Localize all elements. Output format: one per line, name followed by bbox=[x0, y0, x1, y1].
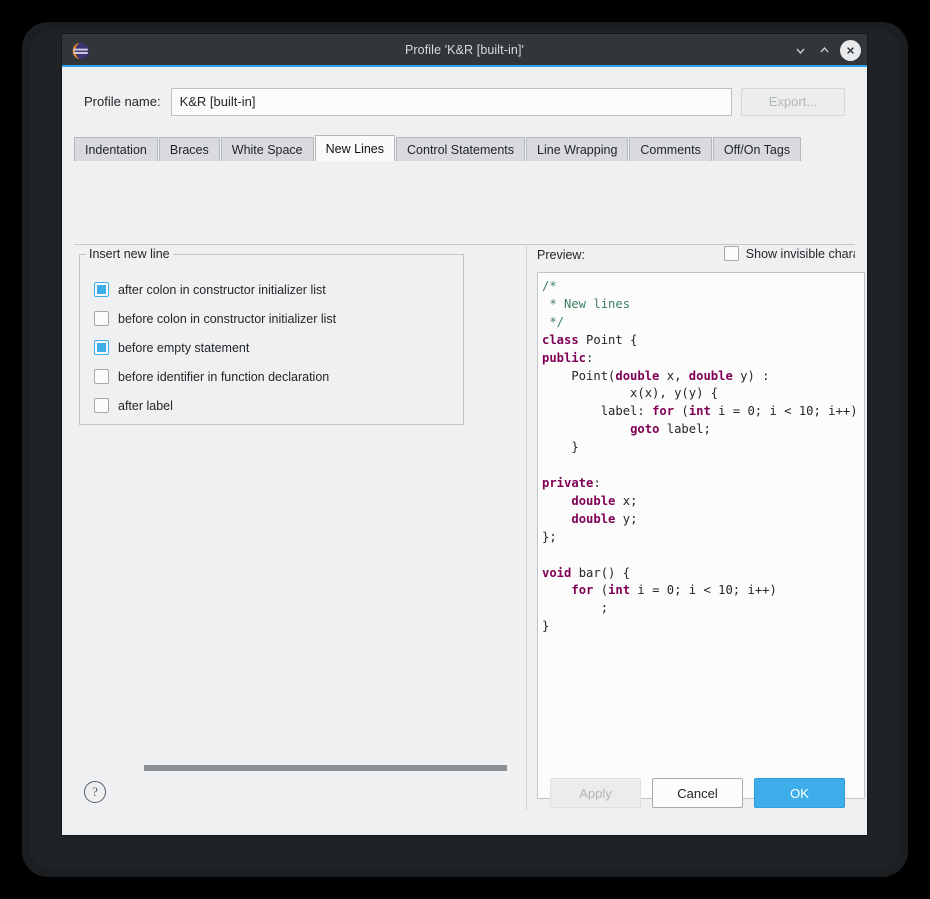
minimize-icon[interactable] bbox=[789, 40, 811, 62]
option-label: after colon in constructor initializer l… bbox=[118, 282, 326, 297]
maximize-icon[interactable] bbox=[813, 40, 835, 62]
apply-button[interactable]: Apply bbox=[550, 778, 641, 808]
cancel-button[interactable]: Cancel bbox=[652, 778, 743, 808]
show-invisible-characters-checkbox[interactable]: Show invisible charac bbox=[723, 246, 855, 261]
option-label: before colon in constructor initializer … bbox=[118, 311, 337, 326]
tab-braces[interactable]: Braces bbox=[158, 137, 220, 161]
profile-name-input[interactable] bbox=[170, 87, 732, 116]
pane-divider bbox=[526, 244, 527, 810]
window-controls bbox=[789, 34, 861, 67]
tab-off-on-tags[interactable]: Off/On Tags bbox=[712, 137, 802, 161]
code-line: }; bbox=[542, 529, 557, 544]
option-label: before identifier in function declaratio… bbox=[118, 369, 330, 384]
option-row[interactable]: before identifier in function declaratio… bbox=[94, 362, 457, 391]
window-titlebar: Profile 'K&R [built-in]' bbox=[62, 34, 867, 67]
option-row[interactable]: before empty statement bbox=[94, 333, 457, 362]
code-line: double y; bbox=[571, 511, 638, 526]
profile-name-label: Profile name: bbox=[84, 94, 161, 109]
checkbox-box[interactable] bbox=[94, 282, 109, 297]
profile-name-row: Profile name: Export... bbox=[62, 67, 867, 119]
groupbox-title: Insert new line bbox=[86, 247, 173, 261]
code-line: ; bbox=[542, 601, 609, 616]
code-line: private: bbox=[542, 475, 601, 490]
code-line: * New lines bbox=[542, 296, 631, 311]
option-label: before empty statement bbox=[118, 340, 250, 355]
option-checkbox-list: after colon in constructor initializer l… bbox=[94, 275, 457, 420]
code-line: void bar() { bbox=[542, 565, 631, 580]
code-line: label: for (int i = 0; i < 10; i++) bbox=[542, 404, 858, 419]
code-line: class Point { bbox=[542, 332, 638, 347]
tab-line-wrapping[interactable]: Line Wrapping bbox=[526, 137, 629, 161]
checkbox-box[interactable] bbox=[94, 369, 109, 384]
preview-pane: Preview: Show invisible charac /* * New … bbox=[532, 244, 865, 833]
dialog-action-buttons: Apply Cancel OK bbox=[550, 778, 845, 808]
insert-new-line-pane: Insert new line after colon in construct… bbox=[74, 244, 526, 833]
tab-content-panes: Insert new line after colon in construct… bbox=[62, 211, 867, 833]
window-title: Profile 'K&R [built-in]' bbox=[404, 42, 525, 57]
code-line: Point(double x, double y) : bbox=[542, 368, 770, 383]
option-row[interactable]: after colon in constructor initializer l… bbox=[94, 275, 457, 304]
code-line: x(x), y(y) { bbox=[542, 386, 719, 401]
code-line: /* bbox=[542, 279, 557, 293]
eclipse-icon bbox=[70, 41, 90, 61]
checkbox-box[interactable] bbox=[94, 398, 109, 413]
close-icon[interactable] bbox=[840, 40, 861, 61]
checkbox-box[interactable] bbox=[94, 340, 109, 355]
tab-control-statements[interactable]: Control Statements bbox=[396, 137, 526, 161]
option-label: after label bbox=[118, 398, 173, 413]
tab-white-space[interactable]: White Space bbox=[220, 137, 314, 161]
tab-indentation[interactable]: Indentation bbox=[74, 137, 158, 161]
show-invisible-checkbox-box[interactable] bbox=[723, 246, 739, 261]
code-line: double x; bbox=[571, 493, 638, 508]
option-row[interactable]: after label bbox=[94, 391, 457, 420]
code-line: */ bbox=[542, 314, 565, 329]
show-invisible-label: Show invisible charac bbox=[745, 246, 855, 261]
code-line: goto label; bbox=[630, 422, 711, 437]
code-line: } bbox=[542, 440, 579, 455]
code-line: } bbox=[542, 619, 550, 634]
export-button[interactable]: Export... bbox=[741, 87, 845, 116]
tab-new-lines[interactable]: New Lines bbox=[314, 135, 396, 161]
preview-header: Preview: Show invisible charac bbox=[532, 244, 855, 266]
preview-label: Preview: bbox=[537, 248, 585, 262]
option-row[interactable]: before colon in constructor initializer … bbox=[94, 304, 457, 333]
dialog-body: Profile name: Export... IndentationBrace… bbox=[62, 67, 867, 833]
profile-dialog-window: Profile 'K&R [built-in]' Profile name: E… bbox=[62, 34, 867, 835]
code-preview-area[interactable]: /* * New lines */ class Point { public: Po… bbox=[537, 272, 865, 799]
insert-new-line-groupbox: Insert new line after colon in construct… bbox=[79, 247, 464, 425]
checkbox-box[interactable] bbox=[94, 311, 109, 326]
tab-comments[interactable]: Comments bbox=[629, 137, 712, 161]
screen-root: Profile 'K&R [built-in]' Profile name: E… bbox=[0, 0, 930, 899]
code-line: public: bbox=[542, 350, 594, 365]
code-line: for (int i = 0; i < 10; i++) bbox=[571, 583, 777, 598]
ok-button[interactable]: OK bbox=[754, 778, 845, 808]
help-question-icon[interactable]: ? bbox=[84, 781, 106, 803]
dialog-footer: ? Apply Cancel OK bbox=[62, 761, 867, 833]
settings-tabbar: Indentation Braces White Space New Lines Con… bbox=[74, 135, 867, 161]
code-preview-text: /* * New lines */ class Point { public: Po… bbox=[538, 273, 864, 636]
